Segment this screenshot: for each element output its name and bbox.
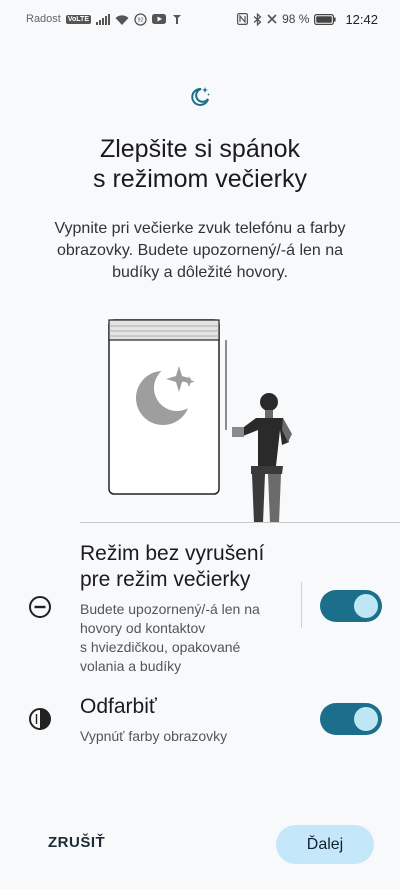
- cancel-button[interactable]: ZRUŠIŤ: [48, 834, 105, 851]
- bluetooth-icon: [253, 12, 262, 26]
- do-not-disturb-icon: [28, 595, 52, 619]
- page-title: Zlepšite si spánok s režimom večierky: [93, 135, 307, 193]
- grayscale-subtitle: Vypnúť farby obrazovky: [80, 728, 228, 744]
- wifi-icon: [115, 14, 129, 25]
- youtube-icon: [152, 14, 166, 24]
- grayscale-icon: [28, 707, 52, 731]
- dnd-title: Režim bez vyrušení pre režim večierky: [80, 542, 265, 591]
- signal-icon: [96, 13, 110, 25]
- status-bar: Radost VoLTE 92 98 % 12:42: [0, 0, 400, 38]
- divider: [80, 522, 400, 523]
- volte-badge: VoLTE: [65, 14, 91, 24]
- carrier-name: Radost: [26, 13, 61, 25]
- toggle-knob: [354, 594, 378, 618]
- page-description: Vypnite pri večierke zvuk telefónu a far…: [54, 220, 346, 281]
- grayscale-setting-row[interactable]: Odfarbiť Vypnúť farby obrazovky: [0, 690, 400, 750]
- toggle-knob: [354, 707, 378, 731]
- svg-text:92: 92: [137, 17, 143, 23]
- dnd-setting-row[interactable]: Režim bez vyrušení pre režim večierky Bu…: [0, 540, 400, 675]
- dnd-subtitle: Budete upozornený/-á len na hovory od ko…: [80, 601, 260, 674]
- close-icon: [267, 14, 277, 24]
- nfc-icon: [237, 13, 249, 25]
- battery-icon: [314, 13, 337, 25]
- row-separator: [301, 582, 302, 628]
- data-saver-icon: 92: [134, 12, 147, 26]
- next-button[interactable]: Ďalej: [276, 825, 374, 864]
- battery-percent: 98 %: [282, 12, 310, 26]
- grayscale-title: Odfarbiť: [80, 695, 157, 718]
- dnd-toggle[interactable]: [320, 590, 382, 622]
- bedtime-illustration: [0, 318, 400, 524]
- clock: 12:42: [345, 11, 378, 27]
- bedtime-moon-icon: [189, 85, 211, 107]
- grayscale-toggle[interactable]: [320, 703, 382, 735]
- pin-icon: [171, 13, 183, 25]
